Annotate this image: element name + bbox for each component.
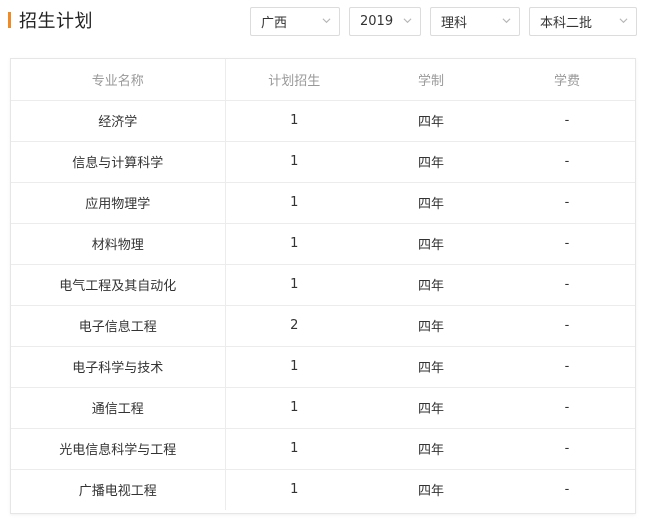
cell-duration: 四年 — [363, 141, 499, 183]
cell-major: 光电信息科学与工程 — [11, 428, 226, 470]
title-accent-bar — [8, 12, 11, 28]
table-body: 经济学 1 四年 - 信息与计算科学 1 四年 - 应用物理学 1 四年 - 材… — [11, 100, 635, 510]
table-header: 专业名称 计划招生 学制 学费 — [11, 59, 635, 101]
cell-plan: 1 — [225, 346, 363, 388]
cell-plan: 2 — [225, 305, 363, 347]
cell-plan: 1 — [225, 387, 363, 429]
enrollment-plan-panel: 招生计划 广西 2019 理科 本科二批 专业名称 计划招生 学制 学费 经济学… — [0, 0, 645, 522]
cell-duration: 四年 — [363, 346, 499, 388]
cell-major: 信息与计算科学 — [11, 141, 226, 183]
cell-major: 经济学 — [11, 100, 226, 142]
cell-plan: 1 — [225, 141, 363, 183]
cell-duration: 四年 — [363, 100, 499, 142]
cell-plan: 1 — [225, 223, 363, 265]
title-wrap: 招生计划 — [8, 9, 93, 32]
cell-plan: 1 — [225, 182, 363, 224]
cell-plan: 1 — [290, 482, 299, 498]
year-select[interactable]: 2019 — [349, 7, 421, 36]
enrollment-table-card: 专业名称 计划招生 学制 学费 经济学 1 四年 - 信息与计算科学 1 四年 — [10, 58, 636, 514]
cell-tuition: - — [499, 223, 635, 265]
province-select-value: 广西 — [261, 16, 288, 31]
table-row: 光电信息科学与工程 1 四年 - — [11, 428, 635, 470]
cell-duration: 四年 — [363, 428, 499, 470]
column-header-plan: 计划招生 — [225, 59, 363, 101]
cell-tuition: - — [564, 482, 570, 498]
table-row: 电子科学与技术 1 四年 - — [11, 346, 635, 388]
table-row: 材料物理 1 四年 - — [11, 223, 635, 265]
cell-duration: 四年 — [363, 264, 499, 306]
year-select-value: 2019 — [360, 14, 394, 29]
batch-select[interactable]: 本科二批 — [529, 7, 637, 36]
cell-tuition: - — [499, 182, 635, 224]
chevron-down-icon — [322, 16, 331, 24]
chevron-down-icon — [619, 16, 628, 24]
chevron-down-icon — [403, 16, 412, 24]
cell-tuition: - — [499, 141, 635, 183]
cell-tuition: - — [499, 100, 635, 142]
subject-select-value: 理科 — [441, 16, 468, 31]
cell-major: 材料物理 — [11, 223, 226, 265]
cell-plan: 1 — [225, 264, 363, 306]
table-row: 应用物理学 1 四年 - — [11, 182, 635, 224]
cell-duration: 四年 — [363, 223, 499, 265]
cell-plan: 1 — [225, 100, 363, 142]
cell-major: 电子科学与技术 — [11, 346, 226, 388]
cell-duration: 四年 — [363, 182, 499, 224]
table-row: 经济学 1 四年 - — [11, 100, 635, 142]
column-header-major: 专业名称 — [11, 59, 226, 101]
table-row: 广播电视工程 1 四年 - — [11, 469, 635, 510]
table-row: 信息与计算科学 1 四年 - — [11, 141, 635, 183]
subject-select[interactable]: 理科 — [430, 7, 520, 36]
filter-bar: 广西 2019 理科 本科二批 — [250, 7, 637, 36]
cell-tuition: - — [499, 305, 635, 347]
cell-major: 通信工程 — [11, 387, 226, 429]
cell-tuition: - — [499, 264, 635, 306]
batch-select-value: 本科二批 — [540, 16, 593, 31]
cell-major: 广播电视工程 — [11, 469, 226, 510]
cell-major: 电子信息工程 — [11, 305, 226, 347]
column-header-duration: 学制 — [363, 59, 499, 101]
cell-tuition: - — [499, 428, 635, 470]
cell-tuition: - — [499, 346, 635, 388]
panel-header: 招生计划 广西 2019 理科 本科二批 — [0, 0, 645, 44]
cell-duration: 四年 — [417, 484, 444, 500]
table-row: 电气工程及其自动化 1 四年 - — [11, 264, 635, 306]
cell-major: 应用物理学 — [11, 182, 226, 224]
table-header-row: 专业名称 计划招生 学制 学费 — [11, 59, 635, 101]
enrollment-table: 专业名称 计划招生 学制 学费 经济学 1 四年 - 信息与计算科学 1 四年 — [11, 59, 635, 510]
province-select[interactable]: 广西 — [250, 7, 340, 36]
cell-duration: 四年 — [363, 305, 499, 347]
chevron-down-icon — [502, 16, 511, 24]
page-title: 招生计划 — [19, 11, 93, 32]
cell-duration: 四年 — [363, 387, 499, 429]
column-header-tuition: 学费 — [499, 59, 635, 101]
cell-tuition: - — [499, 387, 635, 429]
cell-plan: 1 — [225, 428, 363, 470]
table-row: 通信工程 1 四年 - — [11, 387, 635, 429]
table-row: 电子信息工程 2 四年 - — [11, 305, 635, 347]
cell-major: 电气工程及其自动化 — [11, 264, 226, 306]
